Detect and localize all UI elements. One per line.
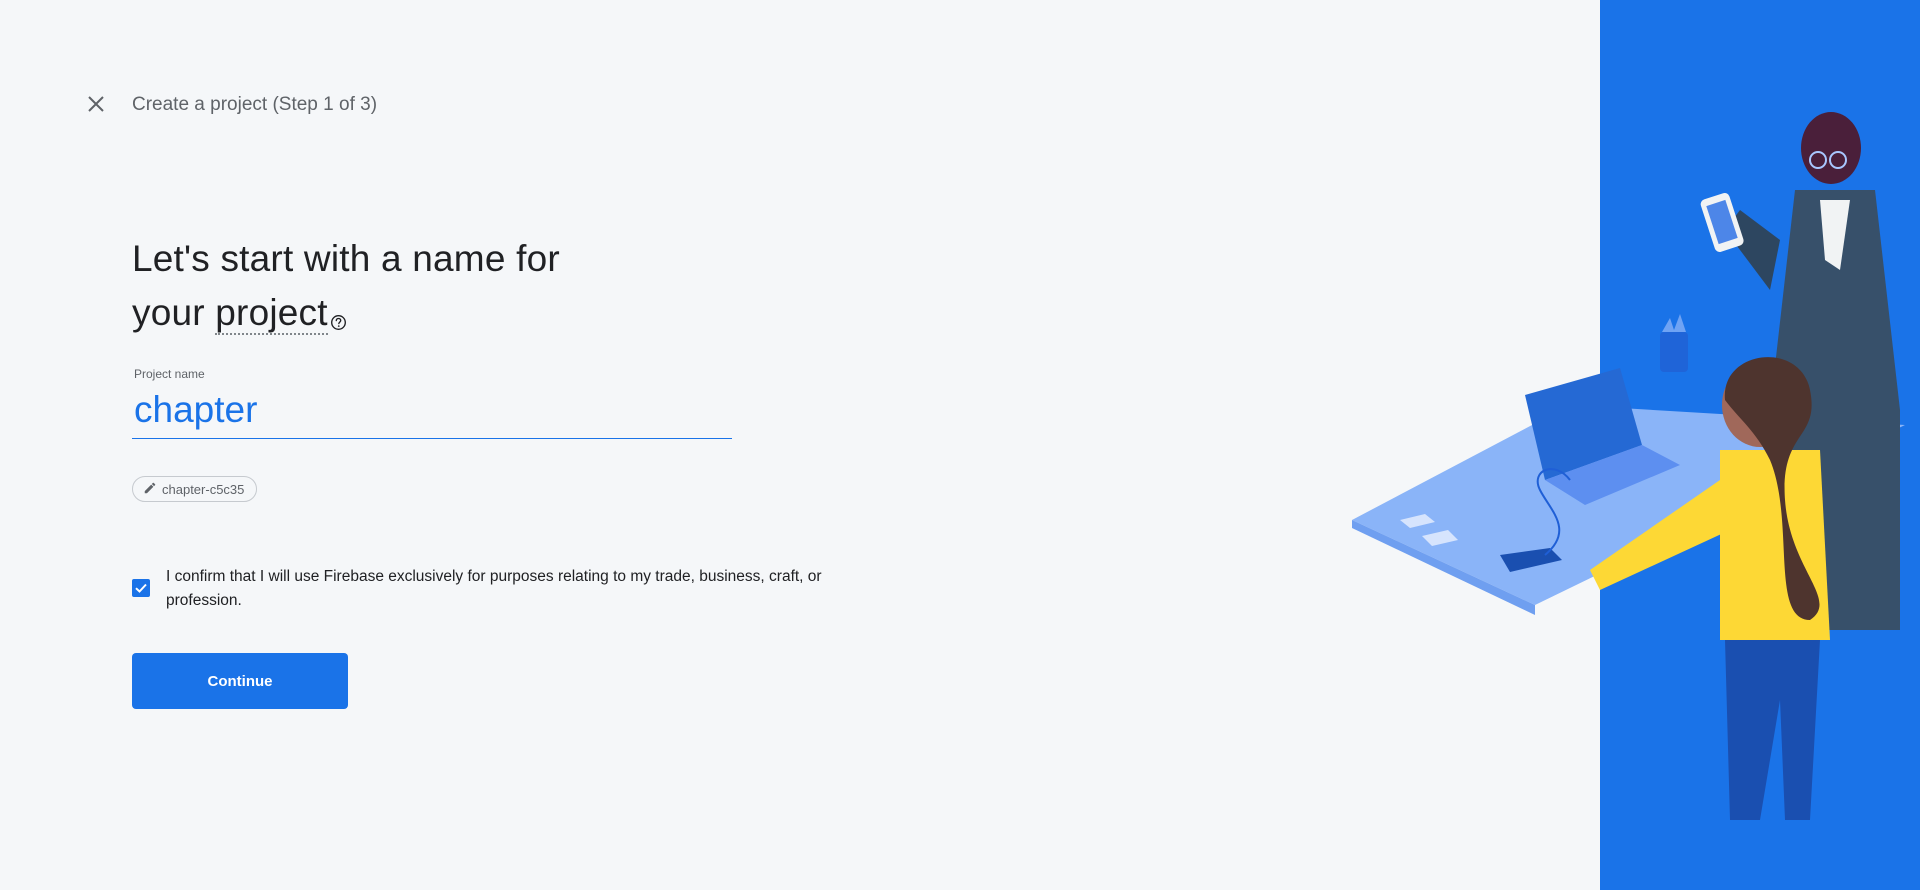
heading-word-your: your <box>132 292 205 333</box>
page-heading: Let's start with a name for your project <box>132 232 560 346</box>
project-name-input[interactable] <box>132 384 732 436</box>
illustration-image <box>1352 112 1905 820</box>
create-project-page: Create a project (Step 1 of 3) Let's sta… <box>0 0 1920 890</box>
close-icon <box>87 95 105 118</box>
continue-button[interactable]: Continue <box>132 653 348 709</box>
plant-pot <box>1660 332 1688 372</box>
confirm-checkbox[interactable] <box>132 579 150 597</box>
project-id-text: chapter-c5c35 <box>162 481 245 497</box>
project-name-label: Project name <box>134 367 205 381</box>
help-circle-icon[interactable] <box>330 292 347 346</box>
check-icon <box>135 583 147 593</box>
pencil-icon <box>143 481 157 498</box>
project-id-chip[interactable]: chapter-c5c35 <box>132 476 258 502</box>
close-button[interactable] <box>82 92 110 120</box>
step-title: Create a project (Step 1 of 3) <box>132 94 378 115</box>
man-head <box>1801 112 1861 184</box>
project-name-field <box>132 384 732 439</box>
heading-line-1: Let's start with a name for <box>132 238 560 279</box>
woman-legs <box>1725 640 1820 820</box>
plant <box>1662 314 1686 332</box>
confirm-text: I confirm that I will use Firebase exclu… <box>166 568 822 609</box>
confirm-row: I confirm that I will use Firebase exclu… <box>132 565 832 613</box>
project-term-link[interactable]: project <box>215 292 328 335</box>
